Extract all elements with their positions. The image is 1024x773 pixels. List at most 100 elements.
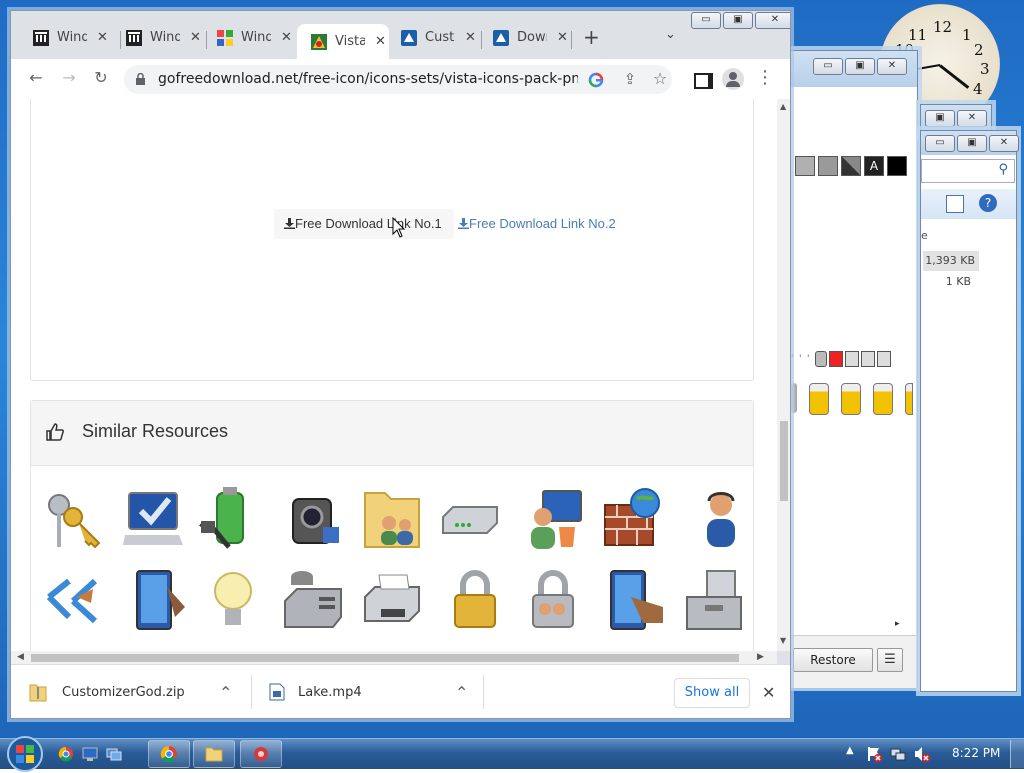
address-bar[interactable]: gofreedownload.net/free-icon/icons-sets/…: [124, 65, 672, 94]
forward-button[interactable]: →: [57, 68, 81, 87]
chrome-window[interactable]: ▭ ▣ ✕ Windows ✕ Windows ✕ Windows ✕ Vist…: [10, 10, 791, 719]
tab-download[interactable]: Download ✕: [479, 24, 571, 51]
scroll-up-arrow[interactable]: ▲: [780, 102, 786, 111]
taskbar-customizer-button[interactable]: [240, 740, 282, 768]
close-button[interactable]: ✕: [755, 12, 790, 29]
chrome-quicklaunch-icon[interactable]: [58, 746, 74, 762]
new-tab-button[interactable]: +: [583, 25, 600, 49]
preview-pane-icon[interactable]: [946, 195, 964, 213]
tablet-pen-icon[interactable]: [127, 567, 189, 633]
swatch[interactable]: [841, 156, 861, 176]
download-link-2[interactable]: Free Download Link No.2: [458, 209, 616, 239]
lock-icon[interactable]: [135, 73, 146, 86]
battery-plug-icon[interactable]: [199, 487, 261, 553]
tab-close-icon[interactable]: ✕: [465, 30, 476, 45]
printer-icon[interactable]: [361, 567, 423, 633]
network-user-icon[interactable]: [523, 487, 585, 553]
side-panel-icon[interactable]: [694, 73, 713, 89]
router-icon[interactable]: [439, 487, 501, 553]
download-item-mp4[interactable]: Lake.mp4 ⌃: [269, 665, 489, 718]
show-desktop-button[interactable]: [1010, 740, 1024, 768]
horizontal-scrollbar[interactable]: ◀ ▶: [11, 651, 777, 664]
reload-button[interactable]: ↻: [89, 68, 113, 87]
scroll-thumb[interactable]: [780, 421, 788, 501]
desktop-quicklaunch-icon[interactable]: [82, 746, 98, 762]
scroll-thumb-horizontal[interactable]: [31, 654, 739, 662]
camcorder-icon[interactable]: [283, 487, 345, 553]
url-text[interactable]: gofreedownload.net/free-icon/icons-sets/…: [158, 71, 578, 87]
maximize-button[interactable]: ▣: [957, 135, 987, 152]
swatch[interactable]: [818, 156, 838, 176]
monitor-check-icon[interactable]: [121, 487, 183, 553]
firewall-icon[interactable]: [601, 487, 663, 553]
volume-muted-icon[interactable]: [914, 746, 930, 762]
download-link-1[interactable]: Free Download Link No.1: [274, 209, 454, 239]
search-box[interactable]: ⚲: [921, 159, 1015, 183]
menu-button[interactable]: ☰: [877, 648, 903, 672]
scroll-arrow-right[interactable]: ▸: [895, 619, 900, 629]
bookmark-star-icon[interactable]: ☆: [648, 69, 672, 88]
tab-close-icon[interactable]: ✕: [190, 30, 201, 45]
minimize-button[interactable]: ▭: [925, 135, 955, 152]
profile-avatar-icon[interactable]: [722, 68, 744, 90]
similar-resources-card: Similar Resources: [30, 400, 754, 651]
close-button[interactable]: ✕: [989, 135, 1019, 152]
chrome-menu-icon[interactable]: ⋮: [753, 67, 777, 88]
fax-phone-icon[interactable]: [283, 567, 345, 633]
system-clock[interactable]: 8:22 PM: [952, 746, 1000, 760]
chevron-up-icon[interactable]: ⌃: [455, 683, 468, 702]
close-button[interactable]: ✕: [877, 58, 907, 75]
search-icon[interactable]: ⚲: [998, 162, 1008, 177]
keys-icon[interactable]: [43, 487, 105, 553]
background-window-1[interactable]: ▭ ▣ ✕ A ' ' ' ▸ Restore ☰: [790, 50, 918, 688]
close-download-shelf-icon[interactable]: ✕: [762, 683, 775, 702]
padlock-icon[interactable]: [445, 567, 507, 633]
tablet-touch-icon[interactable]: [607, 567, 669, 633]
network-arrows-icon[interactable]: [43, 567, 105, 633]
action-center-icon[interactable]: [866, 746, 882, 762]
maximize-button[interactable]: ▣: [845, 58, 875, 75]
start-button[interactable]: [6, 735, 44, 773]
tab-search-chevron-icon[interactable]: ⌄: [665, 27, 676, 42]
show-hidden-icons-button[interactable]: ▲: [846, 745, 854, 756]
tab-close-icon[interactable]: ✕: [97, 30, 108, 45]
tab-windows-1[interactable]: Windows ✕: [19, 24, 111, 51]
users-folder-icon[interactable]: [361, 487, 423, 553]
tab-vista-active[interactable]: Vista ✕: [297, 24, 389, 59]
tab-customizer[interactable]: Customizer ✕: [387, 24, 479, 51]
switch-windows-icon[interactable]: [106, 746, 122, 762]
scroll-down-arrow[interactable]: ▼: [780, 636, 786, 645]
show-all-button[interactable]: Show all: [674, 678, 750, 708]
help-icon[interactable]: ?: [979, 194, 997, 212]
google-translate-icon[interactable]: [588, 72, 604, 88]
user-support-icon[interactable]: [691, 487, 753, 553]
close-button-small[interactable]: ✕: [957, 110, 987, 127]
tab-close-icon[interactable]: ✕: [375, 34, 386, 49]
restore-button[interactable]: Restore: [793, 648, 873, 672]
tab-close-icon[interactable]: ✕: [281, 30, 292, 45]
taskbar-explorer-button[interactable]: [193, 740, 235, 768]
restore-button-small[interactable]: ▣: [925, 110, 955, 127]
download-item-zip[interactable]: CustomizerGod.zip ⌃: [29, 665, 249, 718]
tab-close-icon[interactable]: ✕: [557, 30, 568, 45]
toolbox-icon[interactable]: [685, 567, 747, 633]
text-tool-icon[interactable]: A: [864, 156, 884, 176]
tab-windows-3[interactable]: Windows ✕: [203, 24, 295, 51]
maximize-button[interactable]: ▣: [723, 12, 753, 29]
tab-windows-2[interactable]: Windows ✕: [112, 24, 204, 51]
network-icon[interactable]: [890, 746, 906, 762]
chevron-up-icon[interactable]: ⌃: [219, 683, 232, 702]
back-button[interactable]: ←: [24, 68, 48, 87]
taskbar-chrome-button[interactable]: [148, 740, 190, 768]
user-lock-icon[interactable]: [523, 567, 585, 633]
light-bulb-icon[interactable]: [205, 567, 267, 633]
background-window-3[interactable]: ▭ ▣ ✕ ⚲ ? e 1,393 KB 1 KB: [920, 130, 1019, 692]
swatch[interactable]: [795, 156, 815, 176]
scroll-right-arrow[interactable]: ▶: [757, 652, 764, 662]
swatch[interactable]: [887, 156, 907, 176]
minimize-button[interactable]: ▭: [691, 12, 721, 29]
scroll-left-arrow[interactable]: ◀: [17, 652, 24, 662]
minimize-button[interactable]: ▭: [813, 58, 843, 75]
share-icon[interactable]: ⇪: [618, 70, 642, 88]
vertical-scrollbar[interactable]: ▲ ▼: [777, 99, 790, 651]
